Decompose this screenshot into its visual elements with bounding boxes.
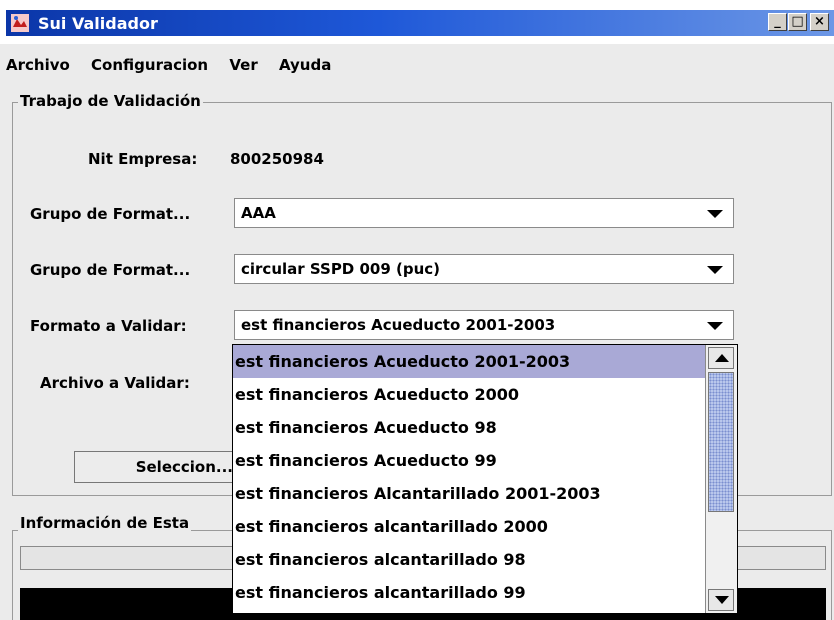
- group-format-2-label: Grupo de Format...: [30, 261, 191, 279]
- arrow-down-icon: [715, 596, 729, 604]
- close-button[interactable]: ×: [810, 13, 829, 31]
- chevron-down-icon: [707, 266, 723, 274]
- file-label: Archivo a Validar:: [40, 374, 190, 392]
- list-item[interactable]: est financieros alcantarillado 2000: [233, 510, 705, 543]
- minimize-button[interactable]: _: [768, 13, 787, 31]
- select-file-button[interactable]: Seleccion...: [74, 451, 240, 483]
- list-item[interactable]: est financieros Alcantarillado 2001-2003: [233, 477, 705, 510]
- list-item[interactable]: est financieros alcantarillado 99: [233, 576, 705, 609]
- list-item[interactable]: est financieros Acueducto 98: [233, 411, 705, 444]
- group-format-1-value: AAA: [241, 204, 276, 222]
- format-label: Formato a Validar:: [30, 317, 187, 335]
- scroll-up-button[interactable]: [708, 347, 734, 369]
- scroll-down-button[interactable]: [708, 589, 734, 611]
- chevron-down-icon: [707, 322, 723, 330]
- job-panel-title: Trabajo de Validación: [18, 92, 203, 110]
- group-format-2-select[interactable]: circular SSPD 009 (puc): [234, 254, 734, 284]
- arrow-up-icon: [715, 354, 729, 362]
- list-item[interactable]: est financieros Acueducto 2000: [233, 378, 705, 411]
- format-dropdown-list: est financieros Acueducto 2001-2003 est …: [232, 344, 738, 614]
- list-item[interactable]: est financieros Acueducto 2001-2003: [233, 345, 705, 378]
- group-format-1-label: Grupo de Format...: [30, 205, 191, 223]
- dropdown-scrollbar[interactable]: [705, 345, 737, 613]
- nit-value: 800250984: [230, 150, 324, 168]
- group-format-1-select[interactable]: AAA: [234, 198, 734, 228]
- menu-bar: Archivo Configuracion Ver Ayuda: [6, 56, 347, 80]
- list-item[interactable]: est financieros alcantarillado 98: [233, 543, 705, 576]
- window-title: Sui Validador: [38, 14, 158, 33]
- status-panel-title: Información de Esta: [18, 514, 192, 532]
- app-window: Sui Validador _ □ × Archivo Configuracio…: [0, 0, 834, 620]
- menu-ver[interactable]: Ver: [229, 56, 257, 74]
- format-select[interactable]: est financieros Acueducto 2001-2003: [234, 310, 734, 340]
- menu-archivo[interactable]: Archivo: [6, 56, 70, 74]
- title-bar[interactable]: Sui Validador _ □ ×: [0, 0, 834, 44]
- chevron-down-icon: [707, 210, 723, 218]
- app-icon: [11, 14, 29, 32]
- maximize-button[interactable]: □: [788, 13, 807, 31]
- list-item[interactable]: est financieros Acueducto 99: [233, 444, 705, 477]
- menu-ayuda[interactable]: Ayuda: [279, 56, 331, 74]
- format-value: est financieros Acueducto 2001-2003: [241, 316, 556, 334]
- group-format-2-value: circular SSPD 009 (puc): [241, 260, 441, 278]
- menu-configuracion[interactable]: Configuracion: [91, 56, 208, 74]
- dropdown-items: est financieros Acueducto 2001-2003 est …: [233, 345, 705, 609]
- nit-label: Nit Empresa:: [88, 150, 198, 168]
- scrollbar-thumb[interactable]: [708, 372, 734, 512]
